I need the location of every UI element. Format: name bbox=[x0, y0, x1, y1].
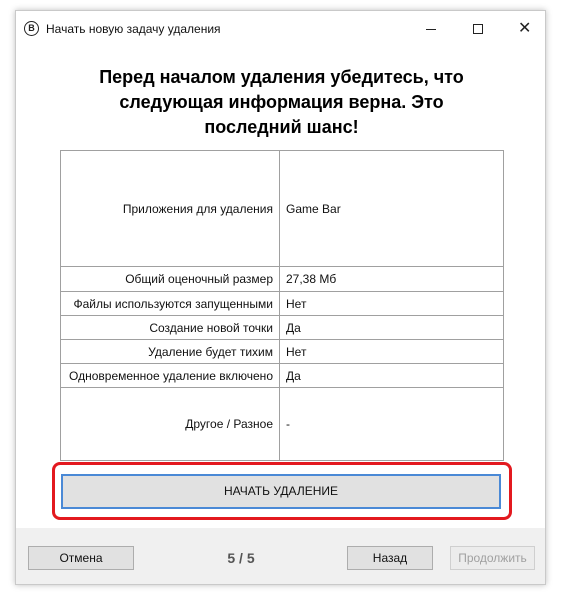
table-row: Одновременное удаление включено Да bbox=[60, 363, 504, 388]
table-row: Удаление будет тихим Нет bbox=[60, 339, 504, 364]
minimize-icon bbox=[426, 29, 436, 30]
heading-line-1: Перед началом удаления убедитесь, что bbox=[99, 67, 464, 87]
maximize-button[interactable] bbox=[456, 11, 502, 47]
row-value: Game Bar bbox=[279, 150, 504, 267]
row-label: Приложения для удаления bbox=[60, 150, 280, 267]
row-value: Да bbox=[279, 363, 504, 388]
table-row: Приложения для удаления Game Bar bbox=[60, 150, 504, 267]
cancel-button[interactable]: Отмена bbox=[28, 546, 134, 570]
table-row: Общий оценочный размер 27,38 Мб bbox=[60, 266, 504, 292]
row-label: Создание новой точки bbox=[60, 315, 280, 340]
start-uninstall-button[interactable]: НАЧАТЬ УДАЛЕНИЕ bbox=[61, 474, 501, 509]
summary-table: Приложения для удаления Game Bar Общий о… bbox=[60, 150, 504, 461]
row-label: Общий оценочный размер bbox=[60, 266, 280, 292]
row-value: 27,38 Мб bbox=[279, 266, 504, 292]
row-label: Одновременное удаление включено bbox=[60, 363, 280, 388]
table-row: Создание новой точки Да bbox=[60, 315, 504, 340]
title-bar[interactable]: B Начать новую задачу удаления ✕ bbox=[16, 11, 545, 47]
heading-line-2: следующая информация верна. Это bbox=[119, 92, 444, 112]
warning-heading: Перед началом удаления убедитесь, что сл… bbox=[36, 65, 527, 140]
footer-bar: Отмена 5 / 5 Назад Продолжить bbox=[16, 528, 545, 584]
row-value: - bbox=[279, 387, 504, 461]
row-label: Файлы используются запущенными bbox=[60, 291, 280, 316]
row-value: Нет bbox=[279, 291, 504, 316]
table-row: Другое / Разное - bbox=[60, 387, 504, 461]
row-value: Нет bbox=[279, 339, 504, 364]
row-value: Да bbox=[279, 315, 504, 340]
heading-line-3: последний шанс! bbox=[204, 117, 359, 137]
window-title: Начать новую задачу удаления bbox=[46, 22, 221, 36]
maximize-icon bbox=[473, 24, 483, 34]
continue-button[interactable]: Продолжить bbox=[450, 546, 535, 570]
back-button[interactable]: Назад bbox=[347, 546, 433, 570]
app-logo-icon: B bbox=[24, 21, 39, 36]
uninstall-dialog: B Начать новую задачу удаления ✕ Перед н… bbox=[15, 10, 546, 585]
table-row: Файлы используются запущенными Нет bbox=[60, 291, 504, 316]
row-label: Другое / Разное bbox=[60, 387, 280, 461]
page-indicator: 5 / 5 bbox=[227, 550, 255, 566]
minimize-button[interactable] bbox=[408, 11, 454, 47]
close-icon: ✕ bbox=[518, 18, 532, 37]
row-label: Удаление будет тихим bbox=[60, 339, 280, 364]
close-button[interactable]: ✕ bbox=[502, 11, 548, 47]
